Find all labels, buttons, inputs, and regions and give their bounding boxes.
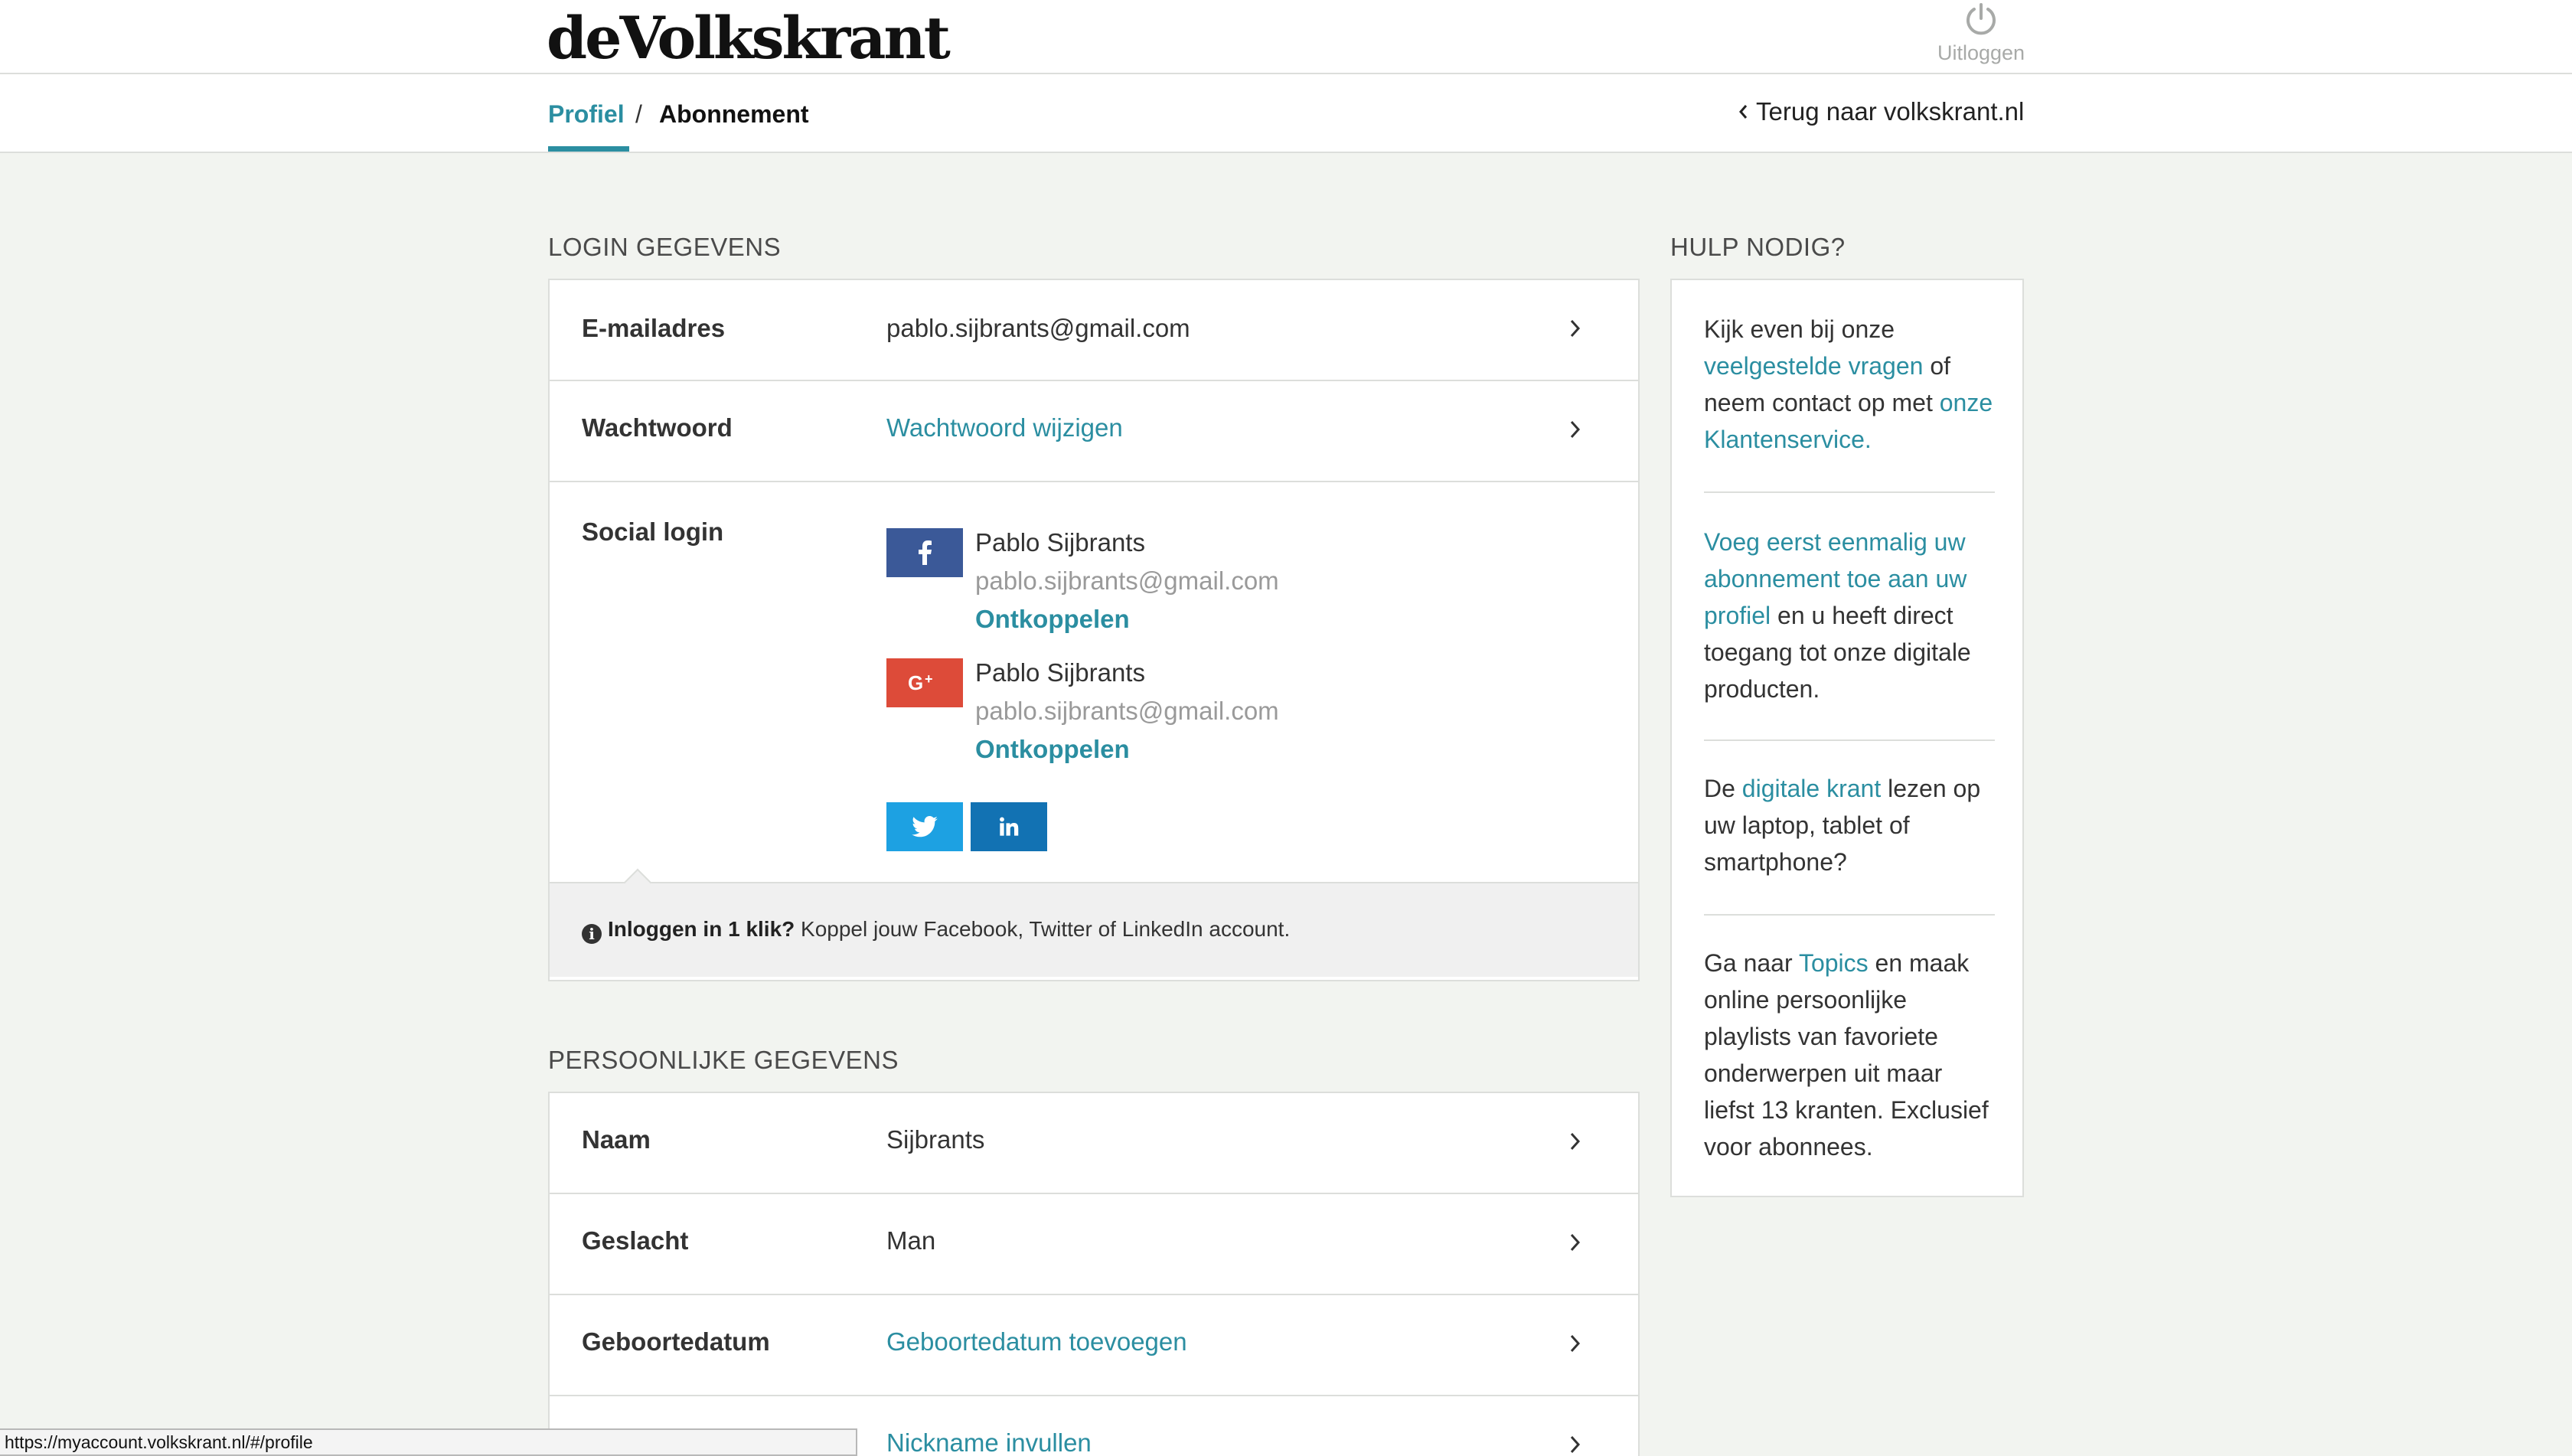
- birthdate-label: Geboortedatum: [582, 1327, 770, 1356]
- digital-paper-link[interactable]: digitale krant: [1742, 775, 1881, 802]
- twitter-connect-button[interactable]: [886, 802, 963, 851]
- logout-button[interactable]: Uitloggen: [1920, 0, 2042, 72]
- login-section-title: LOGIN GEGEVENS: [548, 233, 782, 261]
- chevron-right-icon: [1569, 419, 1581, 443]
- info-message: i Inloggen in 1 klik? Koppel jouw Faceboo…: [582, 917, 1290, 944]
- breadcrumb: Profiel / Abonnement Terug naar volkskra…: [0, 74, 2572, 153]
- social-login-row: Social login Pablo Sijbrants pablo.sijbr…: [550, 481, 1638, 882]
- power-icon: [1967, 3, 1996, 35]
- svg-text:+: +: [925, 672, 933, 687]
- volkskrant-logo[interactable]: deVolkskrant: [547, 2, 951, 75]
- divider: [1704, 739, 1995, 741]
- logout-label: Uitloggen: [1937, 41, 2025, 64]
- name-row[interactable]: Naam Sijbrants: [550, 1093, 1638, 1194]
- add-birthdate-link[interactable]: Geboortedatum toevoegen: [886, 1327, 1187, 1356]
- change-password-link[interactable]: Wachtwoord wijzigen: [886, 413, 1123, 442]
- email-label: E-mailadres: [582, 314, 726, 342]
- active-tab-indicator: [548, 146, 629, 152]
- google-plus-button[interactable]: G +: [886, 658, 963, 707]
- password-label: Wachtwoord: [582, 413, 733, 442]
- info-detail-text: Koppel jouw Facebook, Twitter of LinkedI…: [795, 917, 1291, 941]
- help-section-title: HULP NODIG?: [1670, 233, 1846, 261]
- divider: [1704, 491, 1995, 493]
- tab-abonnement[interactable]: Abonnement: [659, 100, 809, 129]
- google-account-email: pablo.sijbrants@gmail.com: [975, 697, 1279, 725]
- tab-profiel[interactable]: Profiel: [548, 100, 625, 129]
- top-header: deVolkskrant Uitloggen: [0, 0, 2572, 74]
- help-text: Ga naar: [1704, 949, 1799, 977]
- divider: [1704, 914, 1995, 916]
- back-link-label: Terug naar volkskrant.nl: [1756, 97, 2025, 126]
- chevron-right-icon: [1569, 1131, 1581, 1155]
- status-url-bar: https://myaccount.volkskrant.nl/#/profil…: [0, 1428, 857, 1456]
- facebook-account-name: Pablo Sijbrants: [975, 528, 1145, 557]
- breadcrumb-separator: /: [635, 100, 642, 128]
- back-to-site-link[interactable]: Terug naar volkskrant.nl: [1738, 97, 2024, 126]
- password-row[interactable]: Wachtwoord Wachtwoord wijzigen: [550, 381, 1638, 482]
- google-plus-icon: G +: [908, 672, 933, 694]
- help-faq-block: Kijk even bij onze veelgestelde vragen o…: [1704, 311, 1995, 458]
- personal-card: Naam Sijbrants Geslacht Man Geboortedatu…: [548, 1092, 1640, 1456]
- login-card: E-mailadres pablo.sijbrants@gmail.com Wa…: [548, 279, 1640, 981]
- linkedin-icon: [1000, 817, 1019, 836]
- chevron-right-icon: [1569, 1232, 1581, 1256]
- gender-row[interactable]: Geslacht Man: [550, 1194, 1638, 1295]
- linkedin-connect-button[interactable]: [971, 802, 1047, 851]
- help-topics-block: Ga naar Topics en maak online persoonlij…: [1704, 945, 1995, 1165]
- google-account-name: Pablo Sijbrants: [975, 658, 1145, 687]
- info-icon: i: [582, 924, 602, 944]
- name-label: Naam: [582, 1125, 651, 1154]
- chevron-right-icon: [1569, 1435, 1581, 1456]
- chevron-right-icon: [1569, 318, 1581, 342]
- email-row[interactable]: E-mailadres pablo.sijbrants@gmail.com: [550, 280, 1638, 381]
- help-subscription-block: Voeg eerst eenmalig uw abonnement toe aa…: [1704, 524, 1995, 707]
- chevron-right-icon: [1569, 1334, 1581, 1357]
- topics-link[interactable]: Topics: [1799, 949, 1869, 977]
- facebook-button[interactable]: [886, 528, 963, 577]
- social-login-label: Social login: [582, 517, 724, 546]
- facebook-icon: [919, 540, 932, 565]
- help-text: Kijk even bij onze: [1704, 315, 1895, 343]
- name-value: Sijbrants: [886, 1125, 985, 1154]
- facebook-account-email: pablo.sijbrants@gmail.com: [975, 566, 1279, 595]
- social-login-info: i Inloggen in 1 klik? Koppel jouw Faceboo…: [550, 868, 1638, 977]
- gender-value: Man: [886, 1226, 936, 1255]
- google-unlink-button[interactable]: Ontkoppelen: [975, 735, 1130, 764]
- help-text: en maak online persoonlijke playlists va…: [1704, 949, 1989, 1161]
- birthdate-row[interactable]: Geboortedatum Geboortedatum toevoegen: [550, 1295, 1638, 1396]
- chevron-left-icon: [1738, 97, 1748, 126]
- faq-link[interactable]: veelgestelde vragen: [1704, 352, 1923, 380]
- svg-text:G: G: [908, 672, 923, 694]
- personal-section-title: PERSOONLIJKE GEGEVENS: [548, 1046, 899, 1074]
- twitter-icon: [912, 816, 938, 837]
- info-bold-text: Inloggen in 1 klik?: [608, 917, 795, 941]
- facebook-unlink-button[interactable]: Ontkoppelen: [975, 605, 1130, 634]
- fill-nickname-link[interactable]: Nickname invullen: [886, 1428, 1092, 1456]
- help-card: Kijk even bij onze veelgestelde vragen o…: [1670, 279, 2024, 1197]
- email-value: pablo.sijbrants@gmail.com: [886, 314, 1190, 342]
- gender-label: Geslacht: [582, 1226, 689, 1255]
- help-digital-block: De digitale krant lezen op uw laptop, ta…: [1704, 770, 1995, 880]
- help-text: De: [1704, 775, 1742, 802]
